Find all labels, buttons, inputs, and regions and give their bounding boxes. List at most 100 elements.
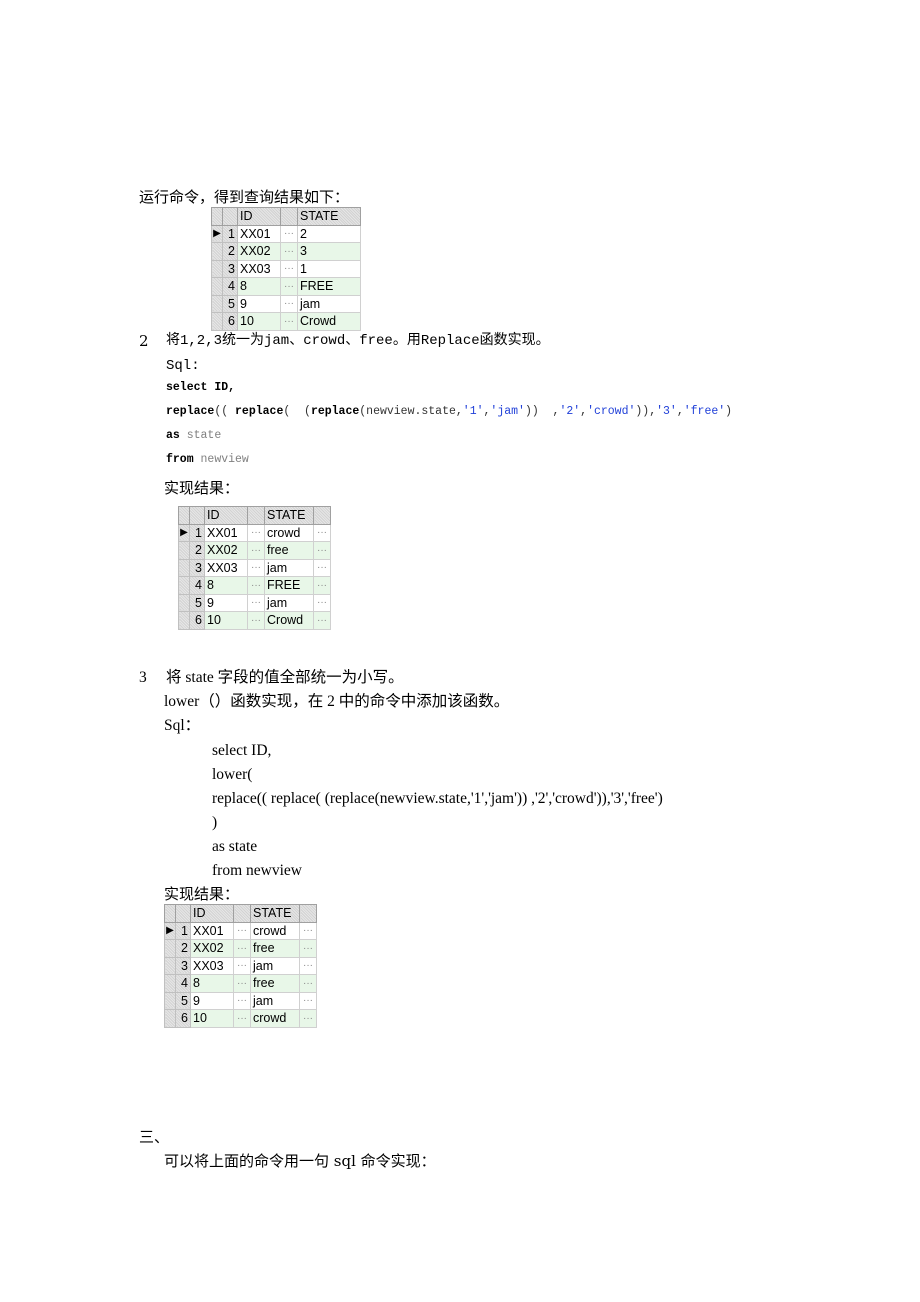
code-text: ( ( bbox=[283, 405, 311, 418]
column-header-id[interactable]: ID bbox=[190, 904, 234, 923]
ellipsis-button[interactable]: ··· bbox=[299, 939, 317, 958]
cell-id[interactable]: XX01 bbox=[190, 921, 234, 940]
cell-id[interactable]: XX03 bbox=[237, 259, 281, 278]
section4-heading: 三、 bbox=[139, 1128, 170, 1146]
ellipsis-button[interactable]: ··· bbox=[280, 242, 298, 261]
cell-state[interactable]: free bbox=[264, 541, 314, 560]
cell-state[interactable]: 1 bbox=[297, 259, 361, 278]
row-indicator bbox=[164, 939, 176, 958]
cell-id[interactable]: 10 bbox=[237, 312, 281, 331]
cell-state[interactable]: jam bbox=[250, 991, 300, 1010]
column-header-state[interactable]: STATE bbox=[297, 207, 361, 226]
cell-state[interactable]: jam bbox=[250, 956, 300, 975]
cell-id[interactable]: XX03 bbox=[204, 558, 248, 577]
table-row[interactable]: 4 8 ··· free ··· bbox=[164, 974, 317, 993]
ellipsis-button[interactable]: ··· bbox=[313, 558, 331, 577]
cell-state[interactable]: FREE bbox=[297, 277, 361, 296]
ellipsis-button[interactable]: ··· bbox=[233, 939, 251, 958]
table-row[interactable]: 3 XX03 ··· jam ··· bbox=[164, 956, 317, 975]
table-row[interactable]: ▶ 1 XX01 ··· crowd ··· bbox=[164, 921, 317, 940]
string-literal: '2' bbox=[559, 405, 581, 418]
cell-id[interactable]: XX02 bbox=[204, 541, 248, 560]
table-row[interactable]: 4 8 ··· FREE bbox=[211, 277, 361, 296]
ellipsis-button[interactable]: ··· bbox=[233, 991, 251, 1010]
cell-id[interactable]: 9 bbox=[190, 991, 234, 1010]
table-row[interactable]: ▶ 1 XX01 ··· crowd ··· bbox=[178, 523, 331, 542]
cell-state[interactable]: 2 bbox=[297, 224, 361, 243]
cell-state[interactable]: jam bbox=[297, 294, 361, 313]
row-number: 2 bbox=[189, 541, 205, 560]
ellipsis-button[interactable]: ··· bbox=[233, 956, 251, 975]
ellipsis-button[interactable]: ··· bbox=[280, 224, 298, 243]
ellipsis-button[interactable]: ··· bbox=[247, 541, 265, 560]
ellipsis-button[interactable]: ··· bbox=[313, 611, 331, 630]
ellipsis-button[interactable]: ··· bbox=[247, 593, 265, 612]
cell-id[interactable]: 8 bbox=[190, 974, 234, 993]
ellipsis-button[interactable]: ··· bbox=[233, 1009, 251, 1028]
ellipsis-button[interactable]: ··· bbox=[313, 523, 331, 542]
table-row[interactable]: 2 XX02 ··· 3 bbox=[211, 242, 361, 261]
cell-state[interactable]: Crowd bbox=[297, 312, 361, 331]
cell-id[interactable]: XX02 bbox=[190, 939, 234, 958]
ellipsis-button[interactable]: ··· bbox=[233, 974, 251, 993]
ellipsis-button[interactable]: ··· bbox=[299, 974, 317, 993]
cell-state[interactable]: crowd bbox=[250, 1009, 300, 1028]
ellipsis-button[interactable]: ··· bbox=[280, 259, 298, 278]
cell-id[interactable]: 9 bbox=[204, 593, 248, 612]
cell-state[interactable]: free bbox=[250, 974, 300, 993]
ellipsis-button[interactable]: ··· bbox=[313, 593, 331, 612]
ellipsis-button[interactable]: ··· bbox=[299, 956, 317, 975]
string-literal: '1' bbox=[462, 405, 484, 418]
table-row[interactable]: 5 9 ··· jam ··· bbox=[164, 991, 317, 1010]
column-header-state[interactable]: STATE bbox=[264, 506, 314, 525]
ellipsis-button[interactable]: ··· bbox=[280, 277, 298, 296]
cell-state[interactable]: jam bbox=[264, 593, 314, 612]
ellipsis-button[interactable]: ··· bbox=[233, 921, 251, 940]
ellipsis-button[interactable]: ··· bbox=[247, 611, 265, 630]
ellipsis-button[interactable]: ··· bbox=[247, 576, 265, 595]
cell-state[interactable]: FREE bbox=[264, 576, 314, 595]
ellipsis-button[interactable]: ··· bbox=[299, 991, 317, 1010]
ellipsis-button[interactable]: ··· bbox=[313, 541, 331, 560]
ellipsis-button[interactable]: ··· bbox=[299, 1009, 317, 1028]
cell-state[interactable]: crowd bbox=[264, 523, 314, 542]
cell-id[interactable]: XX01 bbox=[204, 523, 248, 542]
cell-state[interactable]: Crowd bbox=[264, 611, 314, 630]
column-header-id[interactable]: ID bbox=[237, 207, 281, 226]
cell-state[interactable]: crowd bbox=[250, 921, 300, 940]
cell-id[interactable]: XX02 bbox=[237, 242, 281, 261]
ellipsis-button[interactable]: ··· bbox=[247, 523, 265, 542]
column-header-state[interactable]: STATE bbox=[250, 904, 300, 923]
cell-state[interactable]: 3 bbox=[297, 242, 361, 261]
column-header-id[interactable]: ID bbox=[204, 506, 248, 525]
ellipsis-button[interactable]: ··· bbox=[313, 576, 331, 595]
ellipsis-button[interactable]: ··· bbox=[299, 921, 317, 940]
cell-id[interactable]: 8 bbox=[204, 576, 248, 595]
cell-id[interactable]: 9 bbox=[237, 294, 281, 313]
grid-header-row: ID STATE bbox=[164, 904, 317, 923]
cell-id[interactable]: XX01 bbox=[237, 224, 281, 243]
row-number: 2 bbox=[175, 939, 191, 958]
table-row[interactable]: 2 XX02 ··· free ··· bbox=[164, 939, 317, 958]
cell-state[interactable]: free bbox=[250, 939, 300, 958]
cell-id[interactable]: 8 bbox=[237, 277, 281, 296]
cell-id[interactable]: 10 bbox=[190, 1009, 234, 1028]
ellipsis-button[interactable]: ··· bbox=[280, 294, 298, 313]
table-row[interactable]: 3 XX03 ··· jam ··· bbox=[178, 558, 331, 577]
table-row[interactable]: ▶ 1 XX01 ··· 2 bbox=[211, 224, 361, 243]
table-row[interactable]: 3 XX03 ··· 1 bbox=[211, 259, 361, 278]
cell-id[interactable]: 10 bbox=[204, 611, 248, 630]
table-row[interactable]: 2 XX02 ··· free ··· bbox=[178, 541, 331, 560]
table-row[interactable]: 6 10 ··· Crowd bbox=[211, 312, 361, 331]
table-row[interactable]: 5 9 ··· jam bbox=[211, 294, 361, 313]
row-indicator bbox=[211, 277, 223, 296]
cell-state[interactable]: jam bbox=[264, 558, 314, 577]
table-row[interactable]: 5 9 ··· jam ··· bbox=[178, 593, 331, 612]
table-row[interactable]: 6 10 ··· crowd ··· bbox=[164, 1009, 317, 1028]
ellipsis-button[interactable]: ··· bbox=[247, 558, 265, 577]
table-row[interactable]: 4 8 ··· FREE ··· bbox=[178, 576, 331, 595]
cell-id[interactable]: XX03 bbox=[190, 956, 234, 975]
ellipsis-button[interactable]: ··· bbox=[280, 312, 298, 331]
table-row[interactable]: 6 10 ··· Crowd ··· bbox=[178, 611, 331, 630]
row-pointer-icon: ▶ bbox=[211, 224, 223, 243]
